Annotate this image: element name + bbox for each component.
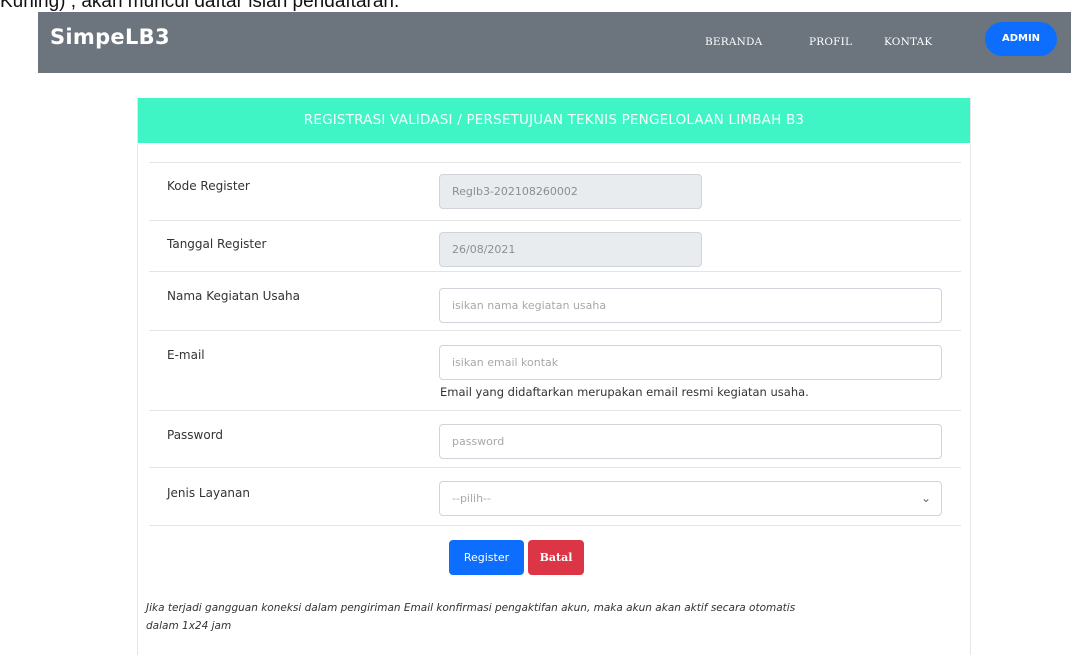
nama-kegiatan-label: Nama Kegiatan Usaha: [167, 289, 300, 303]
tanggal-register-label: Tanggal Register: [167, 237, 267, 251]
kode-register-field: Reglb3-202108260002: [439, 174, 702, 209]
password-input[interactable]: password: [439, 424, 942, 459]
connection-note-line-2: dalam 1x24 jam: [146, 620, 232, 632]
form-row-actions: Register Batal: [149, 525, 961, 585]
nav-link-beranda[interactable]: BERANDA: [705, 36, 762, 48]
form-row-password: Password password: [149, 410, 961, 467]
email-help-text: Email yang didaftarkan merupakan email r…: [440, 385, 809, 399]
password-label: Password: [167, 428, 224, 442]
nama-kegiatan-input[interactable]: isikan nama kegiatan usaha: [439, 288, 942, 323]
form-row-email: E-mail isikan email kontak Email yang di…: [149, 330, 961, 410]
form-title: REGISTRASI VALIDASI / PERSETUJUAN TEKNIS…: [138, 98, 970, 143]
brand-logo[interactable]: SimpeLB3: [50, 25, 170, 49]
email-input[interactable]: isikan email kontak: [439, 345, 942, 380]
cancel-button[interactable]: Batal: [528, 540, 584, 575]
email-label: E-mail: [167, 348, 205, 362]
kode-register-label: Kode Register: [167, 179, 250, 193]
admin-button[interactable]: ADMIN: [985, 22, 1057, 56]
navbar: SimpeLB3 BERANDA PROFIL KONTAK ADMIN: [38, 12, 1071, 73]
document-text: Kuning) , akan muncul daftar isian penda…: [0, 0, 400, 12]
nav-link-profil[interactable]: PROFIL: [809, 36, 852, 48]
chevron-down-icon: ⌄: [920, 491, 931, 505]
form-row-kode-register: Kode Register Reglb3-202108260002: [149, 162, 961, 220]
connection-note: Jika terjadi gangguan koneksi dalam peng…: [146, 599, 966, 635]
registration-card: REGISTRASI VALIDASI / PERSETUJUAN TEKNIS…: [137, 98, 971, 655]
connection-note-line-1: Jika terjadi gangguan koneksi dalam peng…: [146, 602, 796, 614]
tanggal-register-field: 26/08/2021: [439, 232, 702, 267]
form-row-nama-kegiatan: Nama Kegiatan Usaha isikan nama kegiatan…: [149, 271, 961, 330]
document-text-fragment: Kuning) , akan muncul daftar isian penda…: [0, 0, 1071, 12]
jenis-layanan-selected: --pilih--: [452, 492, 491, 505]
register-button[interactable]: Register: [449, 540, 524, 575]
nav-link-kontak[interactable]: KONTAK: [884, 36, 932, 48]
jenis-layanan-select[interactable]: --pilih-- ⌄: [439, 481, 942, 516]
form-row-tanggal-register: Tanggal Register 26/08/2021: [149, 220, 961, 271]
form-row-jenis-layanan: Jenis Layanan --pilih-- ⌄: [149, 467, 961, 525]
jenis-layanan-label: Jenis Layanan: [167, 486, 250, 500]
